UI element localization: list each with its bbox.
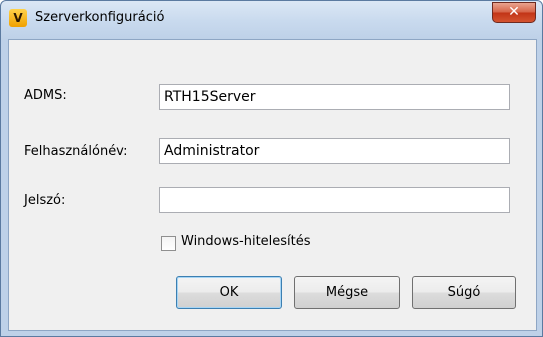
username-label: Felhasználónév: [24,144,128,159]
title-bar[interactable]: V Szerverkonfiguráció ✕ [1,1,542,39]
password-input[interactable] [159,187,510,213]
close-button[interactable]: ✕ [492,2,536,23]
windows-auth-checkbox[interactable] [161,236,176,251]
cancel-button[interactable]: Mégse [294,276,400,309]
ok-button[interactable]: OK [176,276,282,309]
username-input[interactable] [159,138,510,164]
help-button[interactable]: Súgó [412,276,516,309]
windows-auth-label: Windows-hitelesítés [181,234,311,249]
adms-input[interactable] [159,84,510,110]
adms-label: ADMS: [24,88,67,103]
password-label: Jelszó: [24,193,66,208]
app-logo-icon: V [9,9,27,27]
window-title: Szerverkonfiguráció [35,10,165,25]
dialog-window: V Szerverkonfiguráció ✕ ADMS: Felhasznál… [0,0,543,337]
dialog-body: ADMS: Felhasználónév: Jelszó: Windows-hi… [8,39,537,331]
